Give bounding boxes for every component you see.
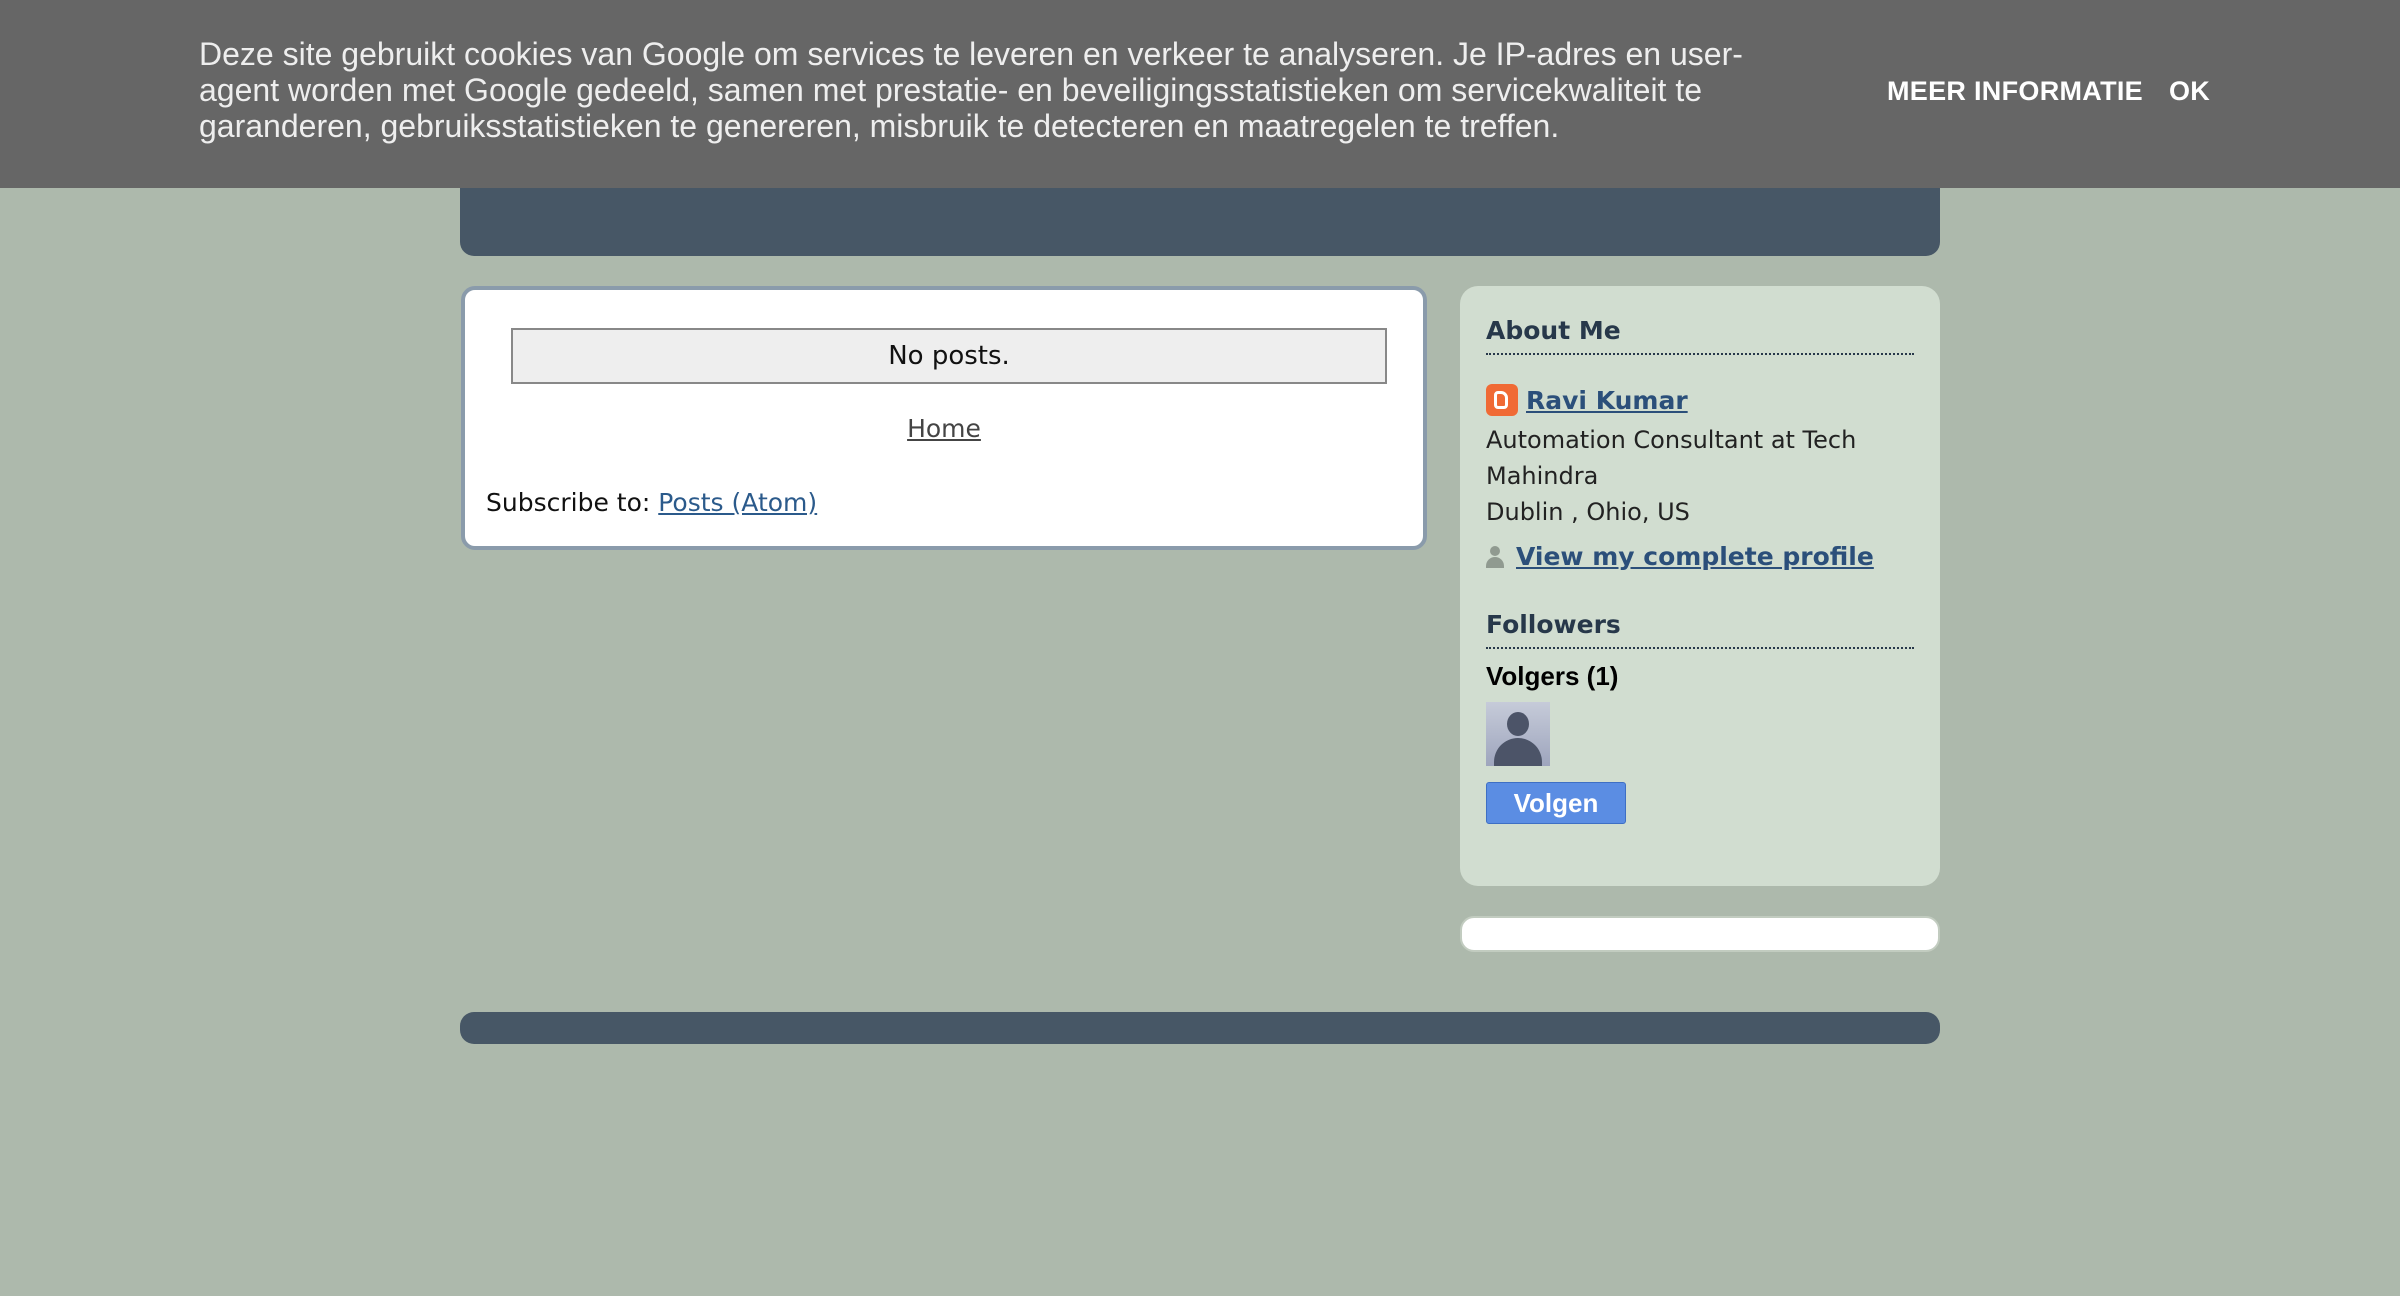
- subscribe-label: Subscribe to:: [486, 488, 651, 517]
- view-profile-link[interactable]: View my complete profile: [1516, 542, 1874, 571]
- sidebar: About Me Ravi Kumar Automation Consultan…: [1460, 286, 1940, 886]
- profile-description: Automation Consultant at Tech Mahindra D…: [1486, 422, 1916, 530]
- view-profile-row: View my complete profile: [1486, 542, 1874, 571]
- footer-bar: [460, 1012, 1940, 1044]
- ok-button[interactable]: OK: [2169, 76, 2210, 107]
- profile-row: Ravi Kumar: [1486, 384, 1688, 416]
- posts-panel: No posts. Home Subscribe to: Posts (Atom…: [461, 286, 1427, 550]
- profile-location: Dublin , Ohio, US: [1486, 498, 1690, 526]
- empty-sidebar-widget: [1460, 916, 1940, 952]
- followers-count: Volgers (1): [1486, 661, 1619, 691]
- person-icon: [1486, 545, 1504, 568]
- followers-title: Followers: [1486, 610, 1914, 649]
- about-me-title: About Me: [1486, 316, 1914, 355]
- follow-button[interactable]: Volgen: [1486, 782, 1626, 824]
- more-info-button[interactable]: MEER INFORMATIE: [1887, 76, 2143, 107]
- blogger-icon: [1486, 384, 1518, 416]
- cookie-consent-bar: Deze site gebruikt cookies van Google om…: [0, 0, 2400, 188]
- subscribe-atom-link[interactable]: Posts (Atom): [658, 488, 817, 517]
- profile-bio: Automation Consultant at Tech Mahindra: [1486, 426, 1857, 490]
- cookie-message: Deze site gebruikt cookies van Google om…: [199, 36, 1743, 144]
- follower-avatar[interactable]: [1486, 702, 1550, 766]
- no-posts-message: No posts.: [511, 328, 1387, 384]
- profile-name-link[interactable]: Ravi Kumar: [1526, 386, 1688, 415]
- subscribe-row: Subscribe to: Posts (Atom): [486, 488, 817, 517]
- home-link[interactable]: Home: [465, 414, 1423, 443]
